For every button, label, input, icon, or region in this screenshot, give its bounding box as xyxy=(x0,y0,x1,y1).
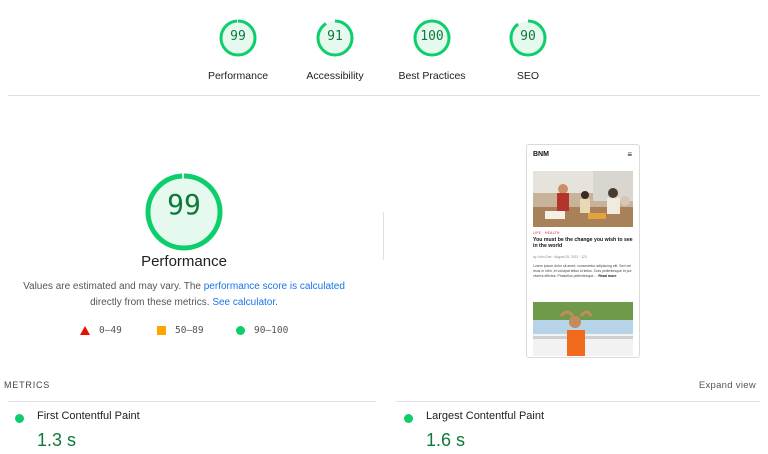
lighthouse-report: 99 Performance 91 Accessibility 100 Best… xyxy=(0,0,768,454)
preview-meta: by John Doe · August 25, 2021 · 123 xyxy=(533,255,587,259)
legend-pass-range: 90–100 xyxy=(254,325,289,336)
best-practices-label: Best Practices xyxy=(398,70,466,82)
accessibility-label: Accessibility xyxy=(306,70,364,82)
green-circle-icon xyxy=(404,414,413,423)
legend-fail-range: 0–49 xyxy=(99,325,122,336)
score-calculation-link[interactable]: performance score is calculated xyxy=(204,281,345,292)
menu-icon: ≡ xyxy=(627,150,632,159)
category-gauges: 99 Performance 91 Accessibility 100 Best… xyxy=(0,0,768,96)
performance-main-score: 99 xyxy=(167,188,201,221)
legend-average: 50–89 xyxy=(157,325,204,336)
gauge-accessibility[interactable]: 91 Accessibility xyxy=(285,18,385,82)
metrics-divider-left xyxy=(8,401,376,402)
metric-title: First Contentful Paint xyxy=(37,410,140,422)
description-text-3: . xyxy=(275,297,278,308)
preview-logo: BNM xyxy=(533,151,549,158)
description-text: Values are estimated and may vary. The xyxy=(23,281,204,292)
performance-score: 99 xyxy=(230,29,246,44)
performance-title: Performance xyxy=(141,253,227,270)
preview-headline: You must be the change you wish to see i… xyxy=(533,237,633,249)
green-circle-icon xyxy=(236,326,245,335)
metric-value: 1.6 s xyxy=(426,430,466,450)
seo-score: 90 xyxy=(520,29,536,44)
orange-square-icon xyxy=(157,326,166,335)
performance-label: Performance xyxy=(207,70,269,82)
metrics-heading: METRICS xyxy=(4,380,51,390)
performance-description: Values are estimated and may vary. The p… xyxy=(22,279,346,311)
metric-title: Largest Contentful Paint xyxy=(426,410,545,422)
vertical-divider xyxy=(383,212,384,260)
red-triangle-icon xyxy=(80,326,90,335)
best-practices-score: 100 xyxy=(420,29,444,44)
preview-second-image xyxy=(533,302,633,356)
preview-excerpt: Lorem ipsum dolor sit amet, consectetur … xyxy=(533,264,633,280)
expand-view-toggle[interactable]: Expand view xyxy=(699,380,756,391)
performance-main-gauge: 99 xyxy=(134,162,234,262)
preview-excerpt-text: Lorem ipsum dolor sit amet, consectetur … xyxy=(533,264,632,279)
preview-hero-image xyxy=(533,171,633,227)
section-divider xyxy=(8,95,760,96)
final-screenshot[interactable]: BNM ≡ LIFE · HEALTH You must be the chan xyxy=(526,144,640,358)
metrics-divider-right xyxy=(396,401,760,402)
preview-tags: LIFE · HEALTH xyxy=(533,231,560,235)
score-legend: 0–49 50–89 90–100 xyxy=(80,325,320,341)
seo-label: SEO xyxy=(516,70,540,82)
gauge-seo[interactable]: 90 SEO xyxy=(478,18,578,82)
legend-average-range: 50–89 xyxy=(175,325,204,336)
gauge-best-practices[interactable]: 100 Best Practices xyxy=(382,18,482,82)
preview-header: BNM ≡ xyxy=(527,145,639,165)
accessibility-score: 91 xyxy=(327,29,343,44)
description-text-2: directly from these metrics. xyxy=(90,297,213,308)
metric-value: 1.3 s xyxy=(37,430,77,450)
green-circle-icon xyxy=(15,414,24,423)
see-calculator-link[interactable]: See calculator xyxy=(212,297,275,308)
legend-fail: 0–49 xyxy=(80,325,122,336)
gauge-performance[interactable]: 99 Performance xyxy=(188,18,288,82)
preview-read-more: Read more xyxy=(598,274,617,279)
legend-pass: 90–100 xyxy=(236,325,288,336)
